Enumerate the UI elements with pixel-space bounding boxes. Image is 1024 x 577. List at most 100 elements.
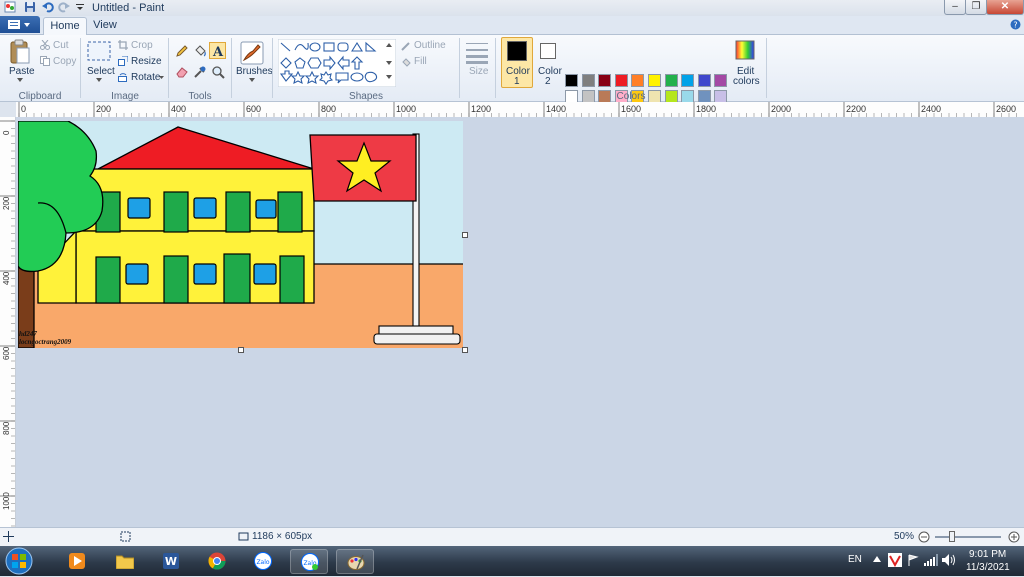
zoom-slider-thumb[interactable] [949, 531, 955, 542]
taskbar-zalo-2[interactable]: Zalo [290, 549, 328, 574]
canvas-resize-handle-right[interactable] [462, 232, 468, 238]
ruler-tick-label: 0 [2, 130, 11, 135]
tray-expand-icon[interactable] [873, 556, 881, 562]
zoom-slider-track[interactable] [935, 536, 1001, 538]
zoom-in-icon[interactable] [1008, 531, 1020, 543]
customize-toolbar-icon[interactable] [74, 1, 86, 13]
taskbar-zalo-1[interactable]: Zalo [244, 549, 282, 574]
palette-swatch[interactable] [714, 74, 728, 87]
undo-icon[interactable] [42, 1, 54, 13]
palette-swatch[interactable] [631, 74, 645, 87]
minimize-button[interactable]: – [944, 0, 966, 15]
brushes-icon[interactable] [238, 39, 266, 65]
palette-swatch[interactable] [681, 74, 695, 87]
rotate-dropdown-icon[interactable] [159, 76, 164, 79]
title-bar: Untitled - Paint – ❐ ✕ [0, 0, 1024, 16]
select-button[interactable]: Select [87, 66, 115, 77]
clock-date[interactable]: 11/3/2021 [966, 562, 1010, 573]
shapes-scroll-icon[interactable] [385, 41, 393, 85]
start-button-icon[interactable] [2, 547, 36, 575]
taskbar-chrome[interactable] [198, 549, 236, 574]
crop-button[interactable]: Crop [131, 40, 153, 51]
palette-swatch[interactable] [697, 74, 711, 87]
ruler-tick-label: 200 [96, 104, 111, 114]
status-bar: 1186 × 605px 50% [0, 527, 1024, 546]
palette-swatch[interactable] [614, 74, 628, 87]
pencil-icon[interactable] [175, 44, 189, 58]
brushes-dropdown-icon[interactable] [249, 78, 255, 82]
rotate-icon[interactable] [118, 72, 128, 82]
size-button[interactable]: Size [469, 66, 488, 77]
taskbar-explorer[interactable] [106, 549, 144, 574]
cut-button[interactable]: Cut [53, 40, 69, 51]
palette-swatch[interactable] [648, 74, 661, 87]
color2-swatch[interactable] [540, 43, 556, 59]
redo-icon[interactable] [58, 1, 70, 13]
tab-home[interactable]: Home [43, 17, 87, 35]
resize-button[interactable]: Resize [131, 56, 162, 67]
copy-icon[interactable] [40, 56, 50, 66]
brushes-button[interactable]: Brushes [236, 66, 273, 77]
outline-icon[interactable] [401, 41, 411, 51]
palette-swatch[interactable] [664, 74, 678, 87]
save-icon[interactable] [24, 1, 36, 13]
rotate-button[interactable]: Rotate [131, 72, 160, 83]
palette-swatch[interactable] [598, 74, 612, 87]
color-picker-icon[interactable] [193, 65, 207, 79]
palette-swatch[interactable] [581, 74, 595, 87]
image-size-icon [238, 532, 249, 541]
paste-button[interactable]: Paste [9, 66, 35, 77]
signature-line-2: locngoctrang2009 [19, 338, 72, 346]
size-icon[interactable] [465, 40, 489, 64]
taskbar-word[interactable]: W [152, 549, 190, 574]
separator [459, 38, 460, 98]
select-dropdown-icon[interactable] [96, 78, 102, 82]
network-signal-icon[interactable] [924, 554, 938, 566]
paste-dropdown-icon[interactable] [17, 78, 23, 82]
maximize-button[interactable]: ❐ [965, 0, 987, 15]
taskbar-paint[interactable] [336, 549, 374, 574]
ruler-tick-label: 1200 [471, 104, 491, 114]
image-group-label: Image [111, 91, 139, 102]
shapes-group-label: Shapes [349, 91, 383, 102]
edit-colors-icon[interactable] [735, 40, 755, 60]
cut-icon[interactable] [40, 40, 50, 50]
magnifier-icon[interactable] [211, 65, 225, 79]
resize-icon[interactable] [118, 56, 128, 66]
crop-icon[interactable] [118, 40, 128, 50]
fill-bucket-icon[interactable] [193, 44, 207, 58]
ruler-tick-label: 400 [2, 271, 11, 285]
notification-flag-icon[interactable] [907, 554, 919, 566]
color1-number: 1 [514, 76, 520, 87]
antivirus-icon[interactable] [888, 553, 902, 567]
drawing-canvas[interactable]: hd247 locngoctrang2009 [18, 121, 463, 348]
paste-icon[interactable] [9, 39, 31, 65]
ruler-tick-label: 800 [2, 421, 11, 435]
file-menu-button[interactable] [0, 16, 40, 33]
clock-time[interactable]: 9:01 PM [969, 549, 1006, 560]
shapes-gallery[interactable] [278, 39, 396, 87]
ruler-tick-label: 2600 [996, 104, 1016, 114]
canvas-resize-handle-bottom[interactable] [238, 347, 244, 353]
svg-text:W: W [165, 555, 177, 568]
text-tool-icon[interactable]: A [211, 44, 225, 58]
copy-button[interactable]: Copy [53, 56, 76, 67]
ruler-tick-label: 2400 [921, 104, 941, 114]
select-icon[interactable] [87, 41, 111, 61]
ribbon: Paste Cut Copy Clipboard Select Crop Res… [0, 35, 1024, 119]
edit-colors-label-2[interactable]: colors [733, 76, 760, 87]
volume-icon[interactable] [942, 554, 956, 566]
close-button[interactable]: ✕ [986, 0, 1024, 15]
input-language[interactable]: EN [848, 554, 862, 565]
help-icon[interactable]: ? [1010, 19, 1021, 30]
tab-view[interactable]: View [88, 17, 122, 34]
svg-text:A: A [212, 45, 224, 58]
outline-button[interactable]: Outline [414, 40, 446, 51]
fill-icon[interactable] [401, 57, 411, 67]
taskbar-media-player[interactable] [58, 549, 96, 574]
palette-swatch[interactable] [565, 74, 578, 87]
fill-button[interactable]: Fill [414, 56, 427, 67]
canvas-resize-handle-corner[interactable] [462, 347, 468, 353]
zoom-out-icon[interactable] [918, 531, 930, 543]
eraser-icon[interactable] [175, 65, 189, 79]
